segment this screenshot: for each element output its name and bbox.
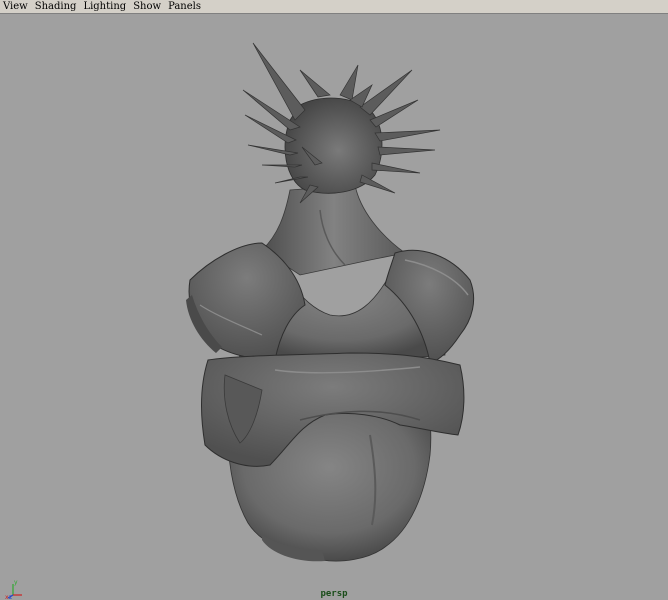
panel-menubar: View Shading Lighting Show Panels [0,0,668,14]
menu-shading[interactable]: Shading [35,0,77,13]
menu-lighting[interactable]: Lighting [83,0,126,13]
3d-viewport[interactable]: y x z persp [0,15,668,600]
menu-show[interactable]: Show [133,0,161,13]
character-bust-model[interactable] [0,15,668,600]
menu-view[interactable]: View [3,0,28,13]
axis-y-label: y [14,579,18,586]
camera-name-label: persp [320,589,348,599]
menu-panels[interactable]: Panels [168,0,201,13]
